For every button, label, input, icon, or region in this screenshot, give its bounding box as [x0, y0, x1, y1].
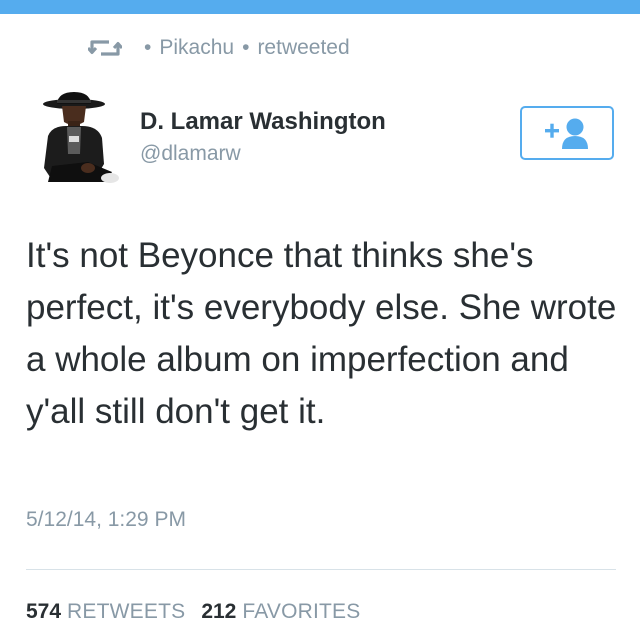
retweet-context: • Pikachu • retweeted	[88, 34, 350, 62]
author-name[interactable]: D. Lamar Washington	[140, 108, 386, 136]
retweets-count[interactable]: 574	[26, 600, 61, 623]
author-handle[interactable]: @dlamarw	[140, 142, 241, 166]
follow-user-icon	[545, 118, 588, 149]
tweet-timestamp[interactable]: 5/12/14, 1:29 PM	[26, 508, 186, 532]
retweet-icon	[88, 40, 122, 56]
retweets-label[interactable]: RETWEETS	[67, 600, 185, 623]
retweet-action: retweeted	[257, 36, 350, 59]
separator-dot: •	[242, 36, 250, 59]
avatar[interactable]	[40, 92, 120, 184]
tweet-text: It's not Beyonce that thinks she's perfe…	[26, 236, 617, 431]
tweet-stats: 574 RETWEETS 212 FAVORITES	[26, 600, 376, 624]
retweeter-name[interactable]: Pikachu	[159, 36, 234, 60]
favorites-label[interactable]: FAVORITES	[242, 600, 360, 623]
follow-button[interactable]	[520, 106, 614, 160]
separator-dot: •	[144, 36, 152, 59]
top-bar	[0, 0, 640, 14]
divider	[26, 569, 616, 570]
favorites-count[interactable]: 212	[201, 600, 236, 623]
